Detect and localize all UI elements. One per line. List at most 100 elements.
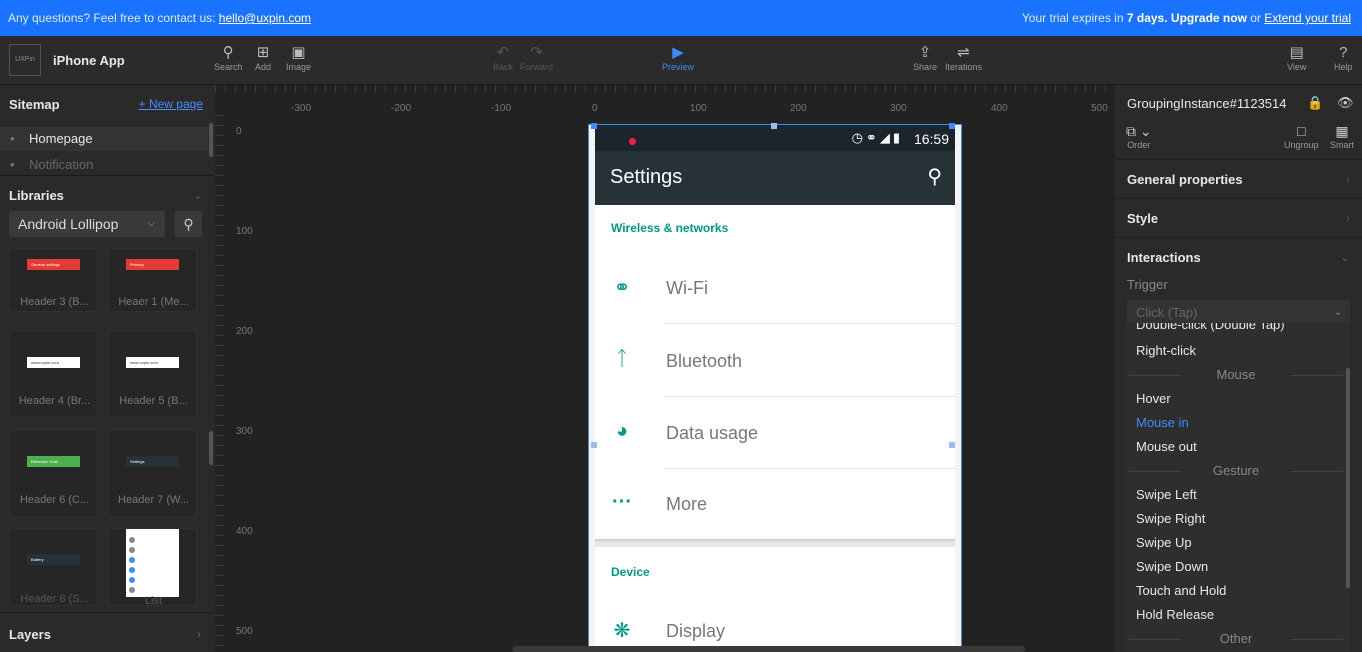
section-header: Wireless & networks <box>611 221 729 235</box>
element-name: GroupingInstance#1123514 <box>1127 96 1287 111</box>
dropdown-option[interactable]: Swipe Left <box>1136 487 1197 502</box>
ruler-tick: 400 <box>991 103 1008 114</box>
ruler-tick: 100 <box>690 103 707 114</box>
chevron-down-icon: ⌵ <box>147 218 155 229</box>
dropdown-option[interactable]: Hold Release <box>1136 607 1214 622</box>
settings-row-data-usage[interactable]: ◕ Data usage <box>595 397 955 469</box>
dropdown-option[interactable]: Right-click <box>1136 343 1196 358</box>
sitemap-item-notification[interactable]: Notification <box>0 153 208 171</box>
library-tile[interactable]: General settings Header 3 (B... <box>9 248 98 312</box>
tile-name: Heaer 1 (Me... <box>118 296 189 308</box>
new-page-button[interactable]: + New page <box>139 97 203 111</box>
avatar <box>129 577 135 583</box>
dropdown-option[interactable]: Touch and Hold <box>1136 583 1226 598</box>
canvas-scrollbar[interactable] <box>512 646 1025 652</box>
settings-row-display[interactable]: ❋ Display <box>595 595 955 652</box>
smart-button[interactable]: ▦ Smart <box>1330 123 1354 150</box>
search-tool[interactable]: ⚲ Search <box>214 44 243 72</box>
dropdown-scrollbar[interactable] <box>1346 368 1350 588</box>
app-bar: Settings ⚲ <box>595 151 955 205</box>
library-search-button[interactable]: ⚲ <box>175 211 202 237</box>
back-tool[interactable]: ↶ Back <box>493 44 513 72</box>
forward-tool[interactable]: ↷ Forward <box>520 44 553 72</box>
vertical-ruler: 0 100 200 300 400 500 <box>215 115 253 652</box>
selection-handle[interactable] <box>949 442 955 448</box>
left-panel: Sitemap + New page Homepage Notification… <box>0 85 215 652</box>
ruler-tick: 500 <box>1091 103 1108 114</box>
preview-tool[interactable]: ▶ Preview <box>662 44 694 72</box>
selection-handle[interactable] <box>771 123 777 129</box>
tile-name: Header 7 (W... <box>118 494 189 506</box>
ungroup-icon: □ <box>1297 123 1306 139</box>
library-tile[interactable]: Refresher Dutil Header 6 (C... <box>9 429 98 517</box>
share-icon: ⇪ <box>918 44 932 61</box>
sitemap-scrollbar[interactable] <box>209 123 213 157</box>
style-section[interactable]: Style › <box>1115 198 1362 236</box>
libraries-collapse-icon[interactable]: ⌄ <box>193 188 203 202</box>
chevron-right-icon: › <box>1346 211 1350 225</box>
tile-thumbnail: www.uxpin.com <box>27 357 80 368</box>
ruler-tick: 300 <box>890 103 907 114</box>
layers-bar[interactable]: Layers › <box>0 612 215 652</box>
dropdown-option[interactable]: Hover <box>1136 391 1171 406</box>
extend-trial-link[interactable]: Extend your trial <box>1264 11 1351 25</box>
ungroup-button[interactable]: □ Ungroup <box>1284 123 1319 150</box>
selection-handle[interactable] <box>949 123 955 129</box>
sitemap-item-homepage[interactable]: Homepage <box>0 127 208 151</box>
main-toolbar: UXPin iPhone App ⚲ Search ⊞ Add ▣ Image … <box>0 36 1362 85</box>
library-tile[interactable]: www.uxpin.com Header 4 (Br... <box>9 330 98 418</box>
library-tile[interactable]: Battery Header 8 (S... <box>9 528 98 606</box>
upgrade-link[interactable]: Upgrade now <box>1171 11 1247 25</box>
list-thumbnail <box>126 529 179 597</box>
settings-row-more[interactable]: ··· More <box>595 468 955 540</box>
search-icon: ⚲ <box>183 216 194 232</box>
design-canvas[interactable]: -300 -200 -100 0 100 200 300 400 500 0 1… <box>215 85 1115 652</box>
library-tile[interactable]: List <box>108 528 197 606</box>
trigger-dropdown: Double-click (Double Tap) Right-click Mo… <box>1127 323 1350 652</box>
dropdown-option[interactable]: Mouse out <box>1136 439 1197 454</box>
selection-handle[interactable] <box>591 442 597 448</box>
eye-icon[interactable]: 👁 <box>1337 95 1354 111</box>
status-icons: ◷⚭◢▮ <box>852 130 903 146</box>
phone-mockup[interactable]: ◷⚭◢▮ 16:59 Settings ⚲ Wireless & network… <box>588 124 962 652</box>
view-tool[interactable]: ▤ View <box>1287 44 1306 72</box>
lock-icon[interactable]: 🔒 <box>1307 95 1323 111</box>
battery-icon: ▮ <box>892 130 903 145</box>
share-tool[interactable]: ⇪ Share <box>913 44 937 72</box>
libraries-title: Libraries <box>9 188 64 203</box>
settings-row-bluetooth[interactable]: ᛏ Bluetooth <box>595 325 955 397</box>
dropdown-option[interactable]: Swipe Down <box>1136 559 1208 574</box>
help-tool[interactable]: ? Help <box>1334 44 1353 72</box>
row-label: More <box>666 494 708 514</box>
smart-icon: ▦ <box>1335 123 1349 139</box>
general-properties-section[interactable]: General properties › <box>1115 159 1362 197</box>
selection-handle[interactable] <box>591 123 597 129</box>
libraries-scrollbar[interactable] <box>209 431 213 465</box>
library-tile[interactable]: www.uxpin.com Header 5 (B... <box>108 330 197 418</box>
dropdown-option[interactable]: Double-click (Double Tap) <box>1136 323 1285 332</box>
divider <box>665 323 955 324</box>
add-tool[interactable]: ⊞ Add <box>255 44 271 72</box>
search-icon[interactable]: ⚲ <box>927 164 942 189</box>
dropdown-option[interactable]: Swipe Up <box>1136 535 1192 550</box>
contact-email-link[interactable]: hello@uxpin.com <box>219 11 311 25</box>
uxpin-logo[interactable]: UXPin <box>9 44 41 76</box>
image-tool[interactable]: ▣ Image <box>286 44 311 72</box>
library-select[interactable]: Android Lollipop ⌵ <box>9 211 165 237</box>
data-usage-icon: ◕ <box>615 420 629 442</box>
interactions-section[interactable]: Interactions ⌄ <box>1115 237 1362 275</box>
tile-name: Header 8 (S... <box>20 593 89 605</box>
tile-name: Header 6 (C... <box>19 494 90 506</box>
alarm-icon: ◷ <box>851 130 866 145</box>
play-icon: ▶ <box>672 44 684 61</box>
iterations-tool[interactable]: ⇌ Iterations <box>945 44 982 72</box>
dropdown-option-selected[interactable]: Mouse in <box>1136 415 1189 430</box>
ruler-tick: 400 <box>236 526 253 537</box>
library-tile[interactable]: Settings Header 7 (W... <box>108 429 197 517</box>
library-tile[interactable]: Primary Heaer 1 (Me... <box>108 248 197 312</box>
search-icon: ⚲ <box>222 44 234 61</box>
settings-row-wifi[interactable]: ⚭ Wi-Fi <box>595 252 955 324</box>
dropdown-option[interactable]: Swipe Right <box>1136 511 1205 526</box>
order-button[interactable]: ⧉ ⌄ Order <box>1126 123 1152 150</box>
dropdown-group-label: Gesture <box>1127 463 1345 478</box>
